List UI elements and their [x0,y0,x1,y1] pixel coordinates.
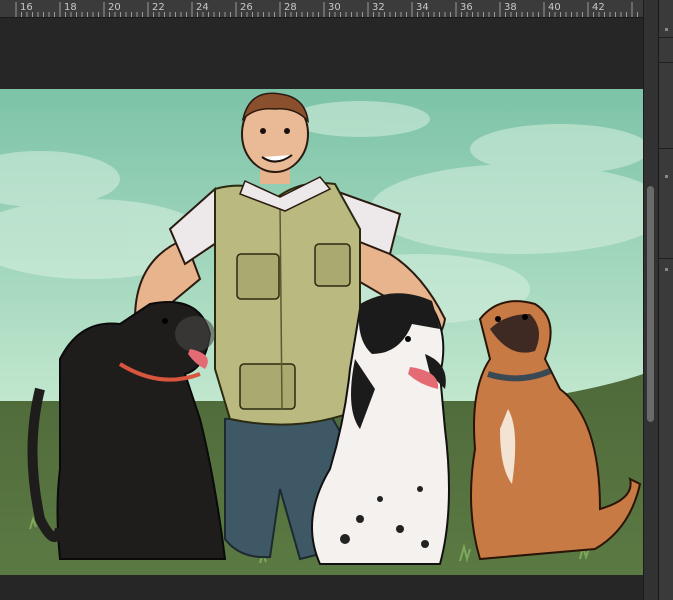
panel-grip-icon[interactable] [665,268,668,271]
vertical-scrollbar[interactable] [643,0,658,600]
artwork-illustration[interactable] [0,89,643,575]
ruler-label: 16 [20,2,33,13]
ruler-ticks [15,2,638,17]
ruler-label: 32 [372,2,385,13]
ruler-label: 26 [240,2,253,13]
ruler-label: 22 [152,2,165,13]
vest-pocket [239,363,296,410]
panel-grip-icon[interactable] [665,28,668,31]
ruler-label: 42 [592,2,605,13]
side-panel-strip[interactable] [658,0,673,600]
ruler-label: 40 [548,2,561,13]
document-canvas[interactable] [0,18,643,600]
scrollbar-thumb[interactable] [647,186,654,422]
ruler-label: 34 [416,2,429,13]
ruler-label: 30 [328,2,341,13]
horizontal-ruler[interactable]: 16 18 20 22 24 26 28 30 32 34 36 38 40 4… [0,0,643,18]
ruler-label: 36 [460,2,473,13]
vest-pocket [236,253,280,300]
vest-pocket [314,243,351,287]
ruler-label: 18 [64,2,77,13]
ruler-label: 38 [504,2,517,13]
illustration-image [0,89,643,575]
ruler-label: 20 [108,2,121,13]
ruler-label: 24 [196,2,209,13]
ruler-label: 28 [284,2,297,13]
panel-grip-icon[interactable] [665,175,668,178]
